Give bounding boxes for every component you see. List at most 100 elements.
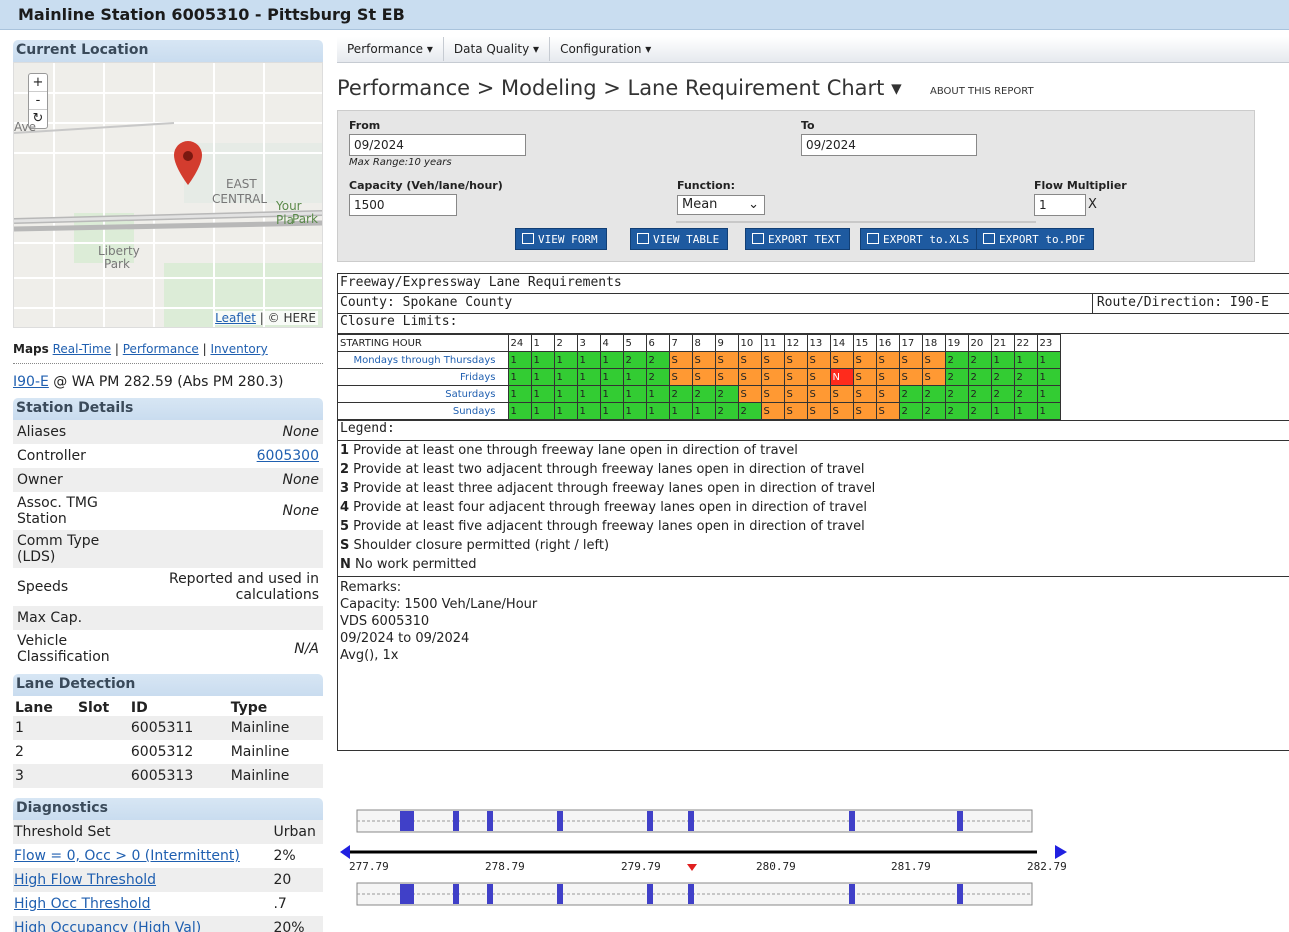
- closure-cell: 2: [944, 351, 969, 369]
- closure-cell: S: [852, 368, 877, 386]
- table-icon: [637, 233, 649, 244]
- legend-key: 1: [340, 443, 350, 458]
- menu-data-quality[interactable]: Data Quality ▾: [444, 37, 551, 61]
- hour-header: 10: [737, 334, 762, 352]
- closure-cell: S: [806, 351, 831, 369]
- flow-multiplier-input[interactable]: 1: [1034, 194, 1086, 216]
- closure-cell: 1: [599, 351, 624, 369]
- to-input[interactable]: 09/2024: [801, 134, 977, 156]
- closure-cell: 1: [553, 402, 578, 420]
- remarks: Remarks: Capacity: 1500 Veh/Lane/Hour VDS …: [338, 577, 1289, 666]
- legend-text: Provide at least three adjacent through …: [349, 481, 876, 496]
- view-table-label: VIEW TABLE: [653, 233, 720, 246]
- table-row: Speeds Reported and used in calculations: [13, 568, 323, 606]
- maps-realtime-link[interactable]: Real-Time: [53, 342, 111, 356]
- closure-cell: S: [760, 402, 785, 420]
- view-form-button[interactable]: VIEW FORM: [515, 228, 607, 250]
- closure-cell: 1: [576, 402, 601, 420]
- legend-item: 5 Provide at least five adjacent through…: [338, 519, 1289, 538]
- menu-performance[interactable]: Performance ▾: [337, 37, 444, 61]
- station-details-heading: Station Details: [13, 398, 323, 420]
- closure-grid: STARTING HOUR 24 1 2 3 4 5 6 7 8 9 10 11 12 13 14 15 16 17…: [338, 334, 1061, 420]
- function-selected: Mean: [682, 197, 718, 212]
- closure-cell: 2: [990, 385, 1015, 403]
- export-text-button[interactable]: EXPORT TEXT: [745, 228, 850, 250]
- closure-cell: 2: [645, 368, 670, 386]
- closure-cell: S: [829, 351, 854, 369]
- hour-header: 16: [875, 334, 900, 352]
- closure-cell: S: [921, 351, 946, 369]
- export-xls-label: EXPORT to.XLS: [883, 233, 970, 246]
- current-location-heading: Current Location: [13, 40, 323, 62]
- closure-cell: 1: [1036, 368, 1061, 386]
- closure-cell: S: [691, 351, 716, 369]
- closure-cell: 2: [944, 368, 969, 386]
- map-label-liberty: Liberty: [98, 244, 140, 258]
- closure-grid-wrap: STARTING HOUR 24 1 2 3 4 5 6 7 8 9 10 11 12 13 14 15 16 17…: [338, 333, 1289, 421]
- day-row: Mondays through Thursdays 1 1 1 1 1 2 2 S S S S S S S S…: [338, 351, 1061, 369]
- controller-link[interactable]: 6005300: [257, 448, 319, 464]
- location-map[interactable]: + - ↻ Ave EAST CENTRAL Your Pla Park Lib…: [13, 62, 323, 328]
- closure-cell: 1: [530, 402, 555, 420]
- breadcrumb[interactable]: Performance > Modeling > Lane Requiremen…: [337, 76, 902, 100]
- high-occ-link[interactable]: High Occ Threshold: [14, 896, 151, 912]
- lane-slot: [75, 716, 129, 740]
- detail-value: None: [282, 503, 319, 519]
- remark-line: 09/2024 to 09/2024: [340, 631, 470, 646]
- zoom-out-button[interactable]: -: [29, 92, 47, 110]
- menu-configuration[interactable]: Configuration ▾: [550, 37, 661, 61]
- closure-cell: 1: [622, 402, 647, 420]
- form-icon: [522, 233, 534, 244]
- column-header: ID: [130, 700, 148, 716]
- function-select[interactable]: Mean ⌄: [677, 195, 765, 215]
- closure-cell: 1: [507, 368, 532, 386]
- high-occupancy-link[interactable]: High Occupancy (High Val): [14, 920, 201, 932]
- postmile-tick: 277.79: [349, 860, 389, 873]
- leaflet-link[interactable]: Leaflet: [215, 311, 256, 325]
- text-file-icon: [752, 233, 764, 244]
- detail-value: N/A: [294, 641, 319, 657]
- hour-header: 18: [921, 334, 946, 352]
- legend-key: 3: [340, 481, 350, 496]
- from-input[interactable]: 09/2024: [349, 134, 526, 156]
- table-row: 3 6005313 Mainline: [13, 764, 323, 788]
- flow-multiplier-label: Flow Multiplier: [1034, 179, 1127, 192]
- legend-text: No work permitted: [350, 557, 477, 572]
- report-title: Freeway/Expressway Lane Requirements: [338, 274, 1289, 294]
- closure-cell: 1: [990, 351, 1015, 369]
- table-row: Controller 6005300: [13, 444, 323, 468]
- capacity-input[interactable]: 1500: [349, 194, 457, 216]
- remark-line: Avg(), 1x: [340, 648, 399, 663]
- closure-cell: 2: [967, 402, 992, 420]
- closure-cell: 2: [944, 385, 969, 403]
- legend-text: Provide at least five adjacent through f…: [349, 519, 865, 534]
- maps-inventory-link[interactable]: Inventory: [210, 342, 267, 356]
- detail-label: Speeds: [17, 579, 69, 595]
- legend-text: Shoulder closure permitted (right / left…: [349, 538, 610, 553]
- closure-cell: 1: [1036, 351, 1061, 369]
- closure-cell: 1: [576, 385, 601, 403]
- export-xls-button[interactable]: EXPORT to.XLS: [860, 228, 979, 250]
- export-pdf-button[interactable]: EXPORT to.PDF: [976, 228, 1095, 250]
- capacity-label: Capacity (Veh/lane/hour): [349, 179, 503, 192]
- map-label-liberty-park: Park: [104, 257, 130, 271]
- maps-performance-link[interactable]: Performance: [123, 342, 199, 356]
- zoom-in-button[interactable]: +: [29, 74, 47, 92]
- diagnostic-value: 2%: [273, 848, 296, 864]
- route-link[interactable]: I90-E: [13, 374, 49, 390]
- route-location: I90-E @ WA PM 282.59 (Abs PM 280.3): [13, 374, 323, 390]
- day-label: Fridays: [338, 368, 509, 386]
- lane-number: 2: [15, 744, 24, 760]
- hour-header: 8: [691, 334, 716, 352]
- diagnostics-table: Threshold Set Urban Flow = 0, Occ > 0 (In…: [13, 820, 323, 932]
- map-label-park: Park: [292, 212, 318, 226]
- closure-cell: S: [714, 351, 739, 369]
- about-report-link[interactable]: ABOUT THIS REPORT: [930, 86, 1034, 97]
- maps-links: Maps Real-Time | Performance | Inventory: [13, 342, 323, 364]
- legend-key: 4: [340, 500, 350, 515]
- high-flow-link[interactable]: High Flow Threshold: [14, 872, 156, 888]
- lane-detection-heading: Lane Detection: [13, 674, 323, 696]
- intermittent-link[interactable]: Flow = 0, Occ > 0 (Intermittent): [14, 848, 240, 864]
- view-table-button[interactable]: VIEW TABLE: [630, 228, 729, 250]
- remark-line: Remarks:: [340, 580, 402, 595]
